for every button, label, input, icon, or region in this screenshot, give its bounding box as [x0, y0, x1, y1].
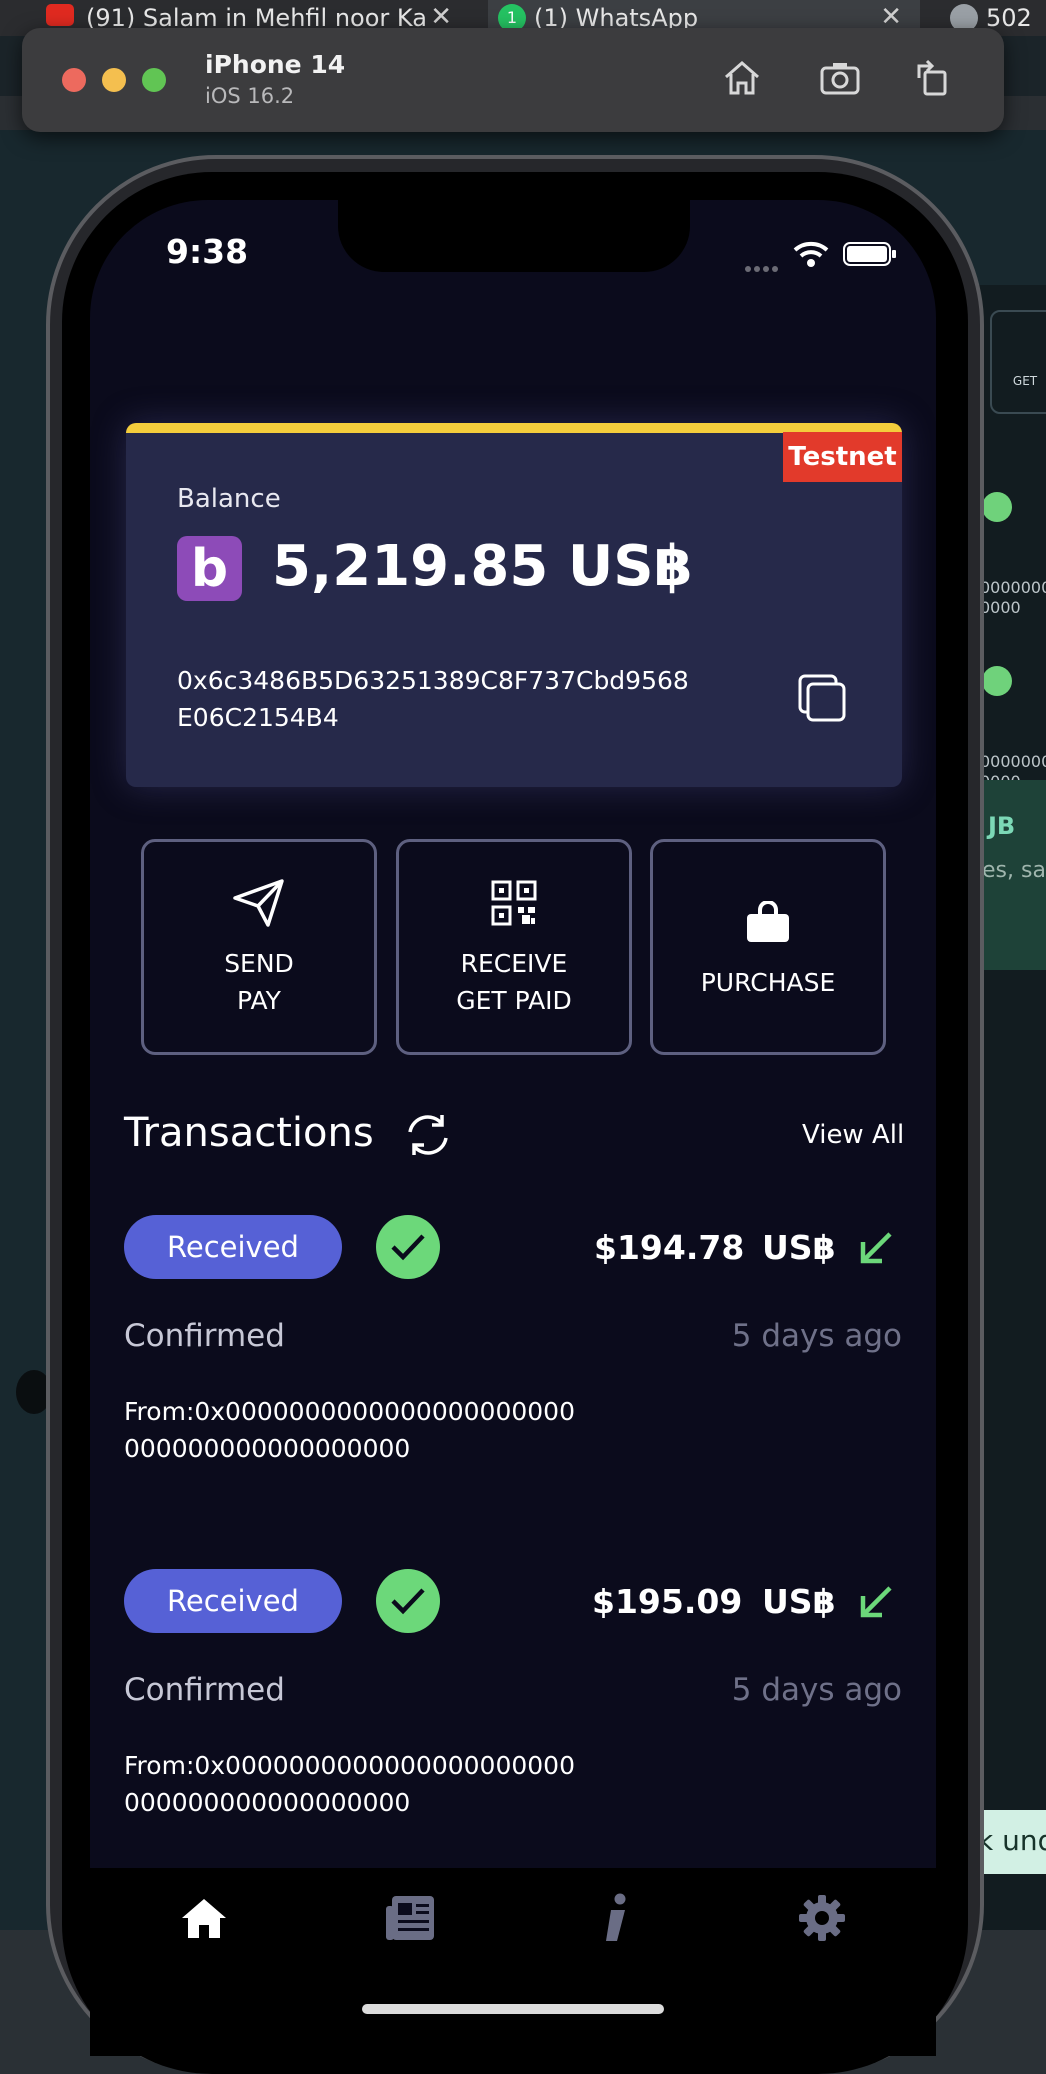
send-label: SEND: [224, 949, 294, 978]
view-all-link[interactable]: View All: [802, 1120, 904, 1150]
home-icon[interactable]: [720, 56, 764, 100]
arrow-down-left-icon: [858, 1230, 894, 1266]
background-chat-panel: [975, 285, 1046, 1985]
tx-status: Confirmed: [124, 1672, 285, 1708]
background-check-icon: [982, 492, 1012, 522]
get-paid-label: GET PAID: [456, 986, 572, 1015]
received-badge: Received: [124, 1215, 342, 1279]
background-toast: k und: [975, 1810, 1046, 1874]
copy-icon[interactable]: [796, 672, 850, 726]
balance-label: Balance: [177, 484, 281, 514]
screenshot-icon[interactable]: [818, 56, 862, 100]
youtube-icon: [46, 4, 74, 26]
receive-label: RECEIVE: [460, 949, 568, 978]
purchase-button[interactable]: PURCHASE: [650, 839, 886, 1055]
cellular-icon: [745, 257, 783, 272]
network-badge: Testnet: [783, 432, 902, 482]
device-name: iPhone 14: [205, 50, 346, 79]
pay-label: PAY: [237, 986, 281, 1015]
settings-icon[interactable]: [790, 1888, 854, 1948]
refresh-icon[interactable]: [404, 1112, 452, 1158]
balance-amount: 5,219.85 US฿: [272, 534, 693, 599]
background-banner-text: es, sa: [982, 858, 1046, 883]
check-icon: [376, 1569, 440, 1633]
tx-from-address: From:0x000000000000000000000000000000000…: [124, 1397, 575, 1463]
background-get-button: GET: [990, 310, 1046, 414]
tx-amount: $194.78: [594, 1228, 745, 1267]
send-icon: [231, 875, 287, 931]
arrow-down-left-icon: [858, 1584, 894, 1620]
tx-from-address: From:0x000000000000000000000000000000000…: [124, 1751, 575, 1817]
minimize-window-button[interactable]: [102, 68, 126, 92]
background-banner-title: JB: [988, 812, 1016, 840]
check-icon: [376, 1215, 440, 1279]
close-window-button[interactable]: [62, 68, 86, 92]
notch: [338, 196, 690, 272]
home-indicator: [362, 2004, 664, 2014]
qr-code-icon: [486, 875, 542, 931]
status-time: 9:38: [166, 232, 249, 271]
receive-get-paid-button[interactable]: RECEIVE GET PAID: [396, 839, 632, 1055]
received-badge: Received: [124, 1569, 342, 1633]
info-icon[interactable]: [584, 1888, 648, 1948]
tab-title: 502: [986, 4, 1032, 32]
coin-logo-icon: b: [177, 536, 242, 601]
rotate-icon[interactable]: [910, 56, 954, 100]
tx-timestamp: 5 days ago: [731, 1672, 902, 1708]
wifi-icon: [793, 240, 829, 272]
shopping-bag-icon: [740, 894, 796, 950]
battery-icon: [842, 240, 898, 272]
send-pay-button[interactable]: SEND PAY: [141, 839, 377, 1055]
home-icon[interactable]: [172, 1888, 236, 1948]
purchase-label: PURCHASE: [700, 967, 836, 997]
tx-timestamp: 5 days ago: [731, 1318, 902, 1354]
tx-currency: US฿: [762, 1582, 836, 1621]
tx-status: Confirmed: [124, 1318, 285, 1354]
zoom-window-button[interactable]: [142, 68, 166, 92]
news-icon[interactable]: [378, 1888, 442, 1948]
tx-amount: $195.09: [592, 1582, 743, 1621]
background-check-icon: [982, 666, 1012, 696]
os-version: iOS 16.2: [205, 84, 295, 108]
transactions-title: Transactions: [124, 1110, 374, 1156]
wallet-address: 0x6c3486B5D63251389C8F737Cbd9568E06C2154…: [177, 666, 689, 732]
tx-currency: US฿: [762, 1228, 836, 1267]
background-zeros-1: 00000000 0000: [980, 578, 1046, 617]
